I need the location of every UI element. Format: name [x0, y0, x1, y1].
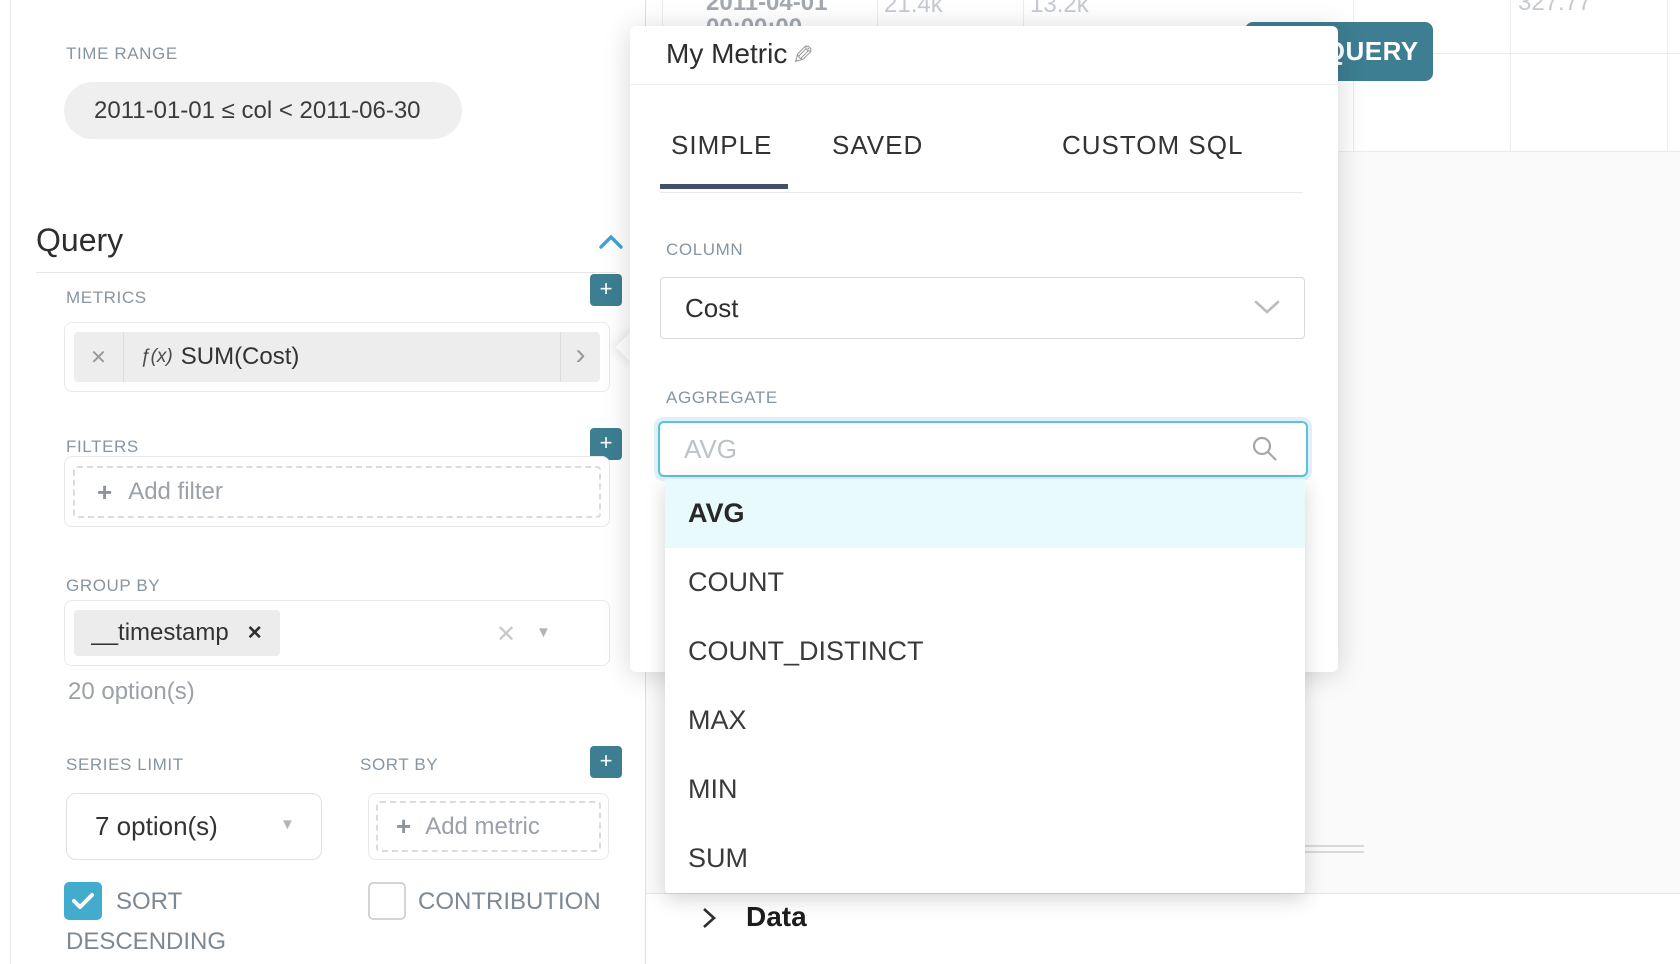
aggregate-option-count[interactable]: COUNT	[665, 548, 1305, 617]
add-metric-placeholder: Add metric	[425, 813, 540, 841]
filters-label: FILTERS	[66, 437, 139, 457]
add-filter-dropzone[interactable]: + Add filter	[73, 466, 601, 518]
checkmark-icon	[71, 891, 95, 911]
table-cell-value: 327.77	[1518, 0, 1591, 17]
collapse-chevron-up-icon[interactable]	[598, 233, 624, 256]
tab-custom-sql[interactable]: CUSTOM SQL	[1062, 130, 1243, 161]
aggregate-label: AGGREGATE	[666, 388, 778, 408]
table-cell-value: 21.4k	[884, 0, 943, 19]
table-grid-line	[1510, 0, 1511, 151]
group-by-options-count: 20 option(s)	[68, 678, 195, 706]
table-cell-value: 13.2k	[1030, 0, 1089, 19]
column-label: COLUMN	[666, 240, 743, 260]
aggregate-input[interactable]	[658, 421, 1308, 477]
aggregate-options-list: AVG COUNT COUNT_DISTINCT MAX MIN SUM	[665, 479, 1305, 893]
popover-title: My Metric	[666, 38, 787, 70]
time-range-pill[interactable]: 2011-01-01 ≤ col < 2011-06-30	[64, 82, 462, 139]
table-grid-line	[1667, 0, 1668, 151]
active-tab-underline	[660, 184, 788, 189]
add-sort-metric-plus-button[interactable]: +	[590, 746, 622, 778]
aggregate-option-min[interactable]: MIN	[665, 755, 1305, 824]
metric-pill[interactable]: ✕ ƒ(x) SUM(Cost) ›	[74, 332, 600, 382]
time-range-value: 2011-01-01 ≤ col < 2011-06-30	[94, 97, 421, 125]
aggregate-option-count-distinct[interactable]: COUNT_DISTINCT	[665, 617, 1305, 686]
data-panel-chevron-icon[interactable]	[700, 905, 718, 936]
series-limit-label: SERIES LIMIT	[66, 755, 184, 775]
column-select[interactable]: Cost	[660, 277, 1305, 339]
series-limit-value: 7 option(s)	[95, 811, 218, 842]
add-metric-plus-button[interactable]: +	[590, 274, 622, 306]
tab-simple[interactable]: SIMPLE	[671, 130, 772, 161]
panel-resize-handle[interactable]	[1300, 845, 1364, 857]
explore-view: 2011-04-01 00:00:00 21.4k 13.2k 327.77 R…	[0, 0, 1680, 964]
query-section-title: Query	[36, 222, 123, 259]
sort-descending-checkbox[interactable]	[64, 882, 102, 920]
aggregate-option-sum[interactable]: SUM	[665, 824, 1305, 893]
add-sort-metric-dropzone[interactable]: + Add metric	[376, 801, 601, 852]
chevron-down-icon	[1252, 297, 1282, 322]
caret-down-icon[interactable]: ▼	[536, 624, 551, 641]
aggregate-option-avg[interactable]: AVG	[665, 479, 1305, 548]
plus-icon: +	[97, 477, 112, 508]
plus-icon: +	[396, 811, 411, 842]
left-panel-border	[10, 0, 11, 964]
metric-name: SUM(Cost)	[181, 343, 560, 371]
group-by-label: GROUP BY	[66, 576, 160, 596]
group-by-tag-name: __timestamp	[91, 619, 228, 647]
add-filter-placeholder: Add filter	[128, 478, 223, 506]
metric-remove-icon[interactable]: ✕	[74, 332, 124, 382]
sort-descending-label: DESCENDING	[66, 928, 226, 956]
search-icon	[1250, 434, 1280, 469]
metric-expand-icon[interactable]: ›	[560, 332, 600, 382]
caret-down-icon[interactable]: ▼	[280, 816, 295, 833]
contribution-label: CONTRIBUTION	[418, 888, 601, 916]
popover-header-divider	[630, 84, 1338, 85]
metrics-label: METRICS	[66, 288, 147, 308]
clear-icon[interactable]: ✕	[496, 620, 516, 649]
group-by-tag[interactable]: __timestamp ✕	[74, 610, 280, 656]
sort-by-label: SORT BY	[360, 755, 438, 775]
sort-descending-label: SORT	[116, 888, 182, 916]
tab-saved[interactable]: SAVED	[832, 130, 923, 161]
edit-pencil-icon[interactable]: ✎	[792, 40, 814, 71]
tag-remove-icon[interactable]: ✕	[247, 622, 263, 645]
time-range-label: TIME RANGE	[66, 44, 178, 64]
contribution-checkbox[interactable]	[368, 882, 406, 920]
tabs-divider	[660, 192, 1303, 193]
fx-icon: ƒ(x)	[140, 346, 173, 368]
section-divider	[36, 272, 616, 273]
aggregate-option-max[interactable]: MAX	[665, 686, 1305, 755]
column-value: Cost	[685, 293, 738, 324]
data-panel-title[interactable]: Data	[746, 901, 807, 933]
